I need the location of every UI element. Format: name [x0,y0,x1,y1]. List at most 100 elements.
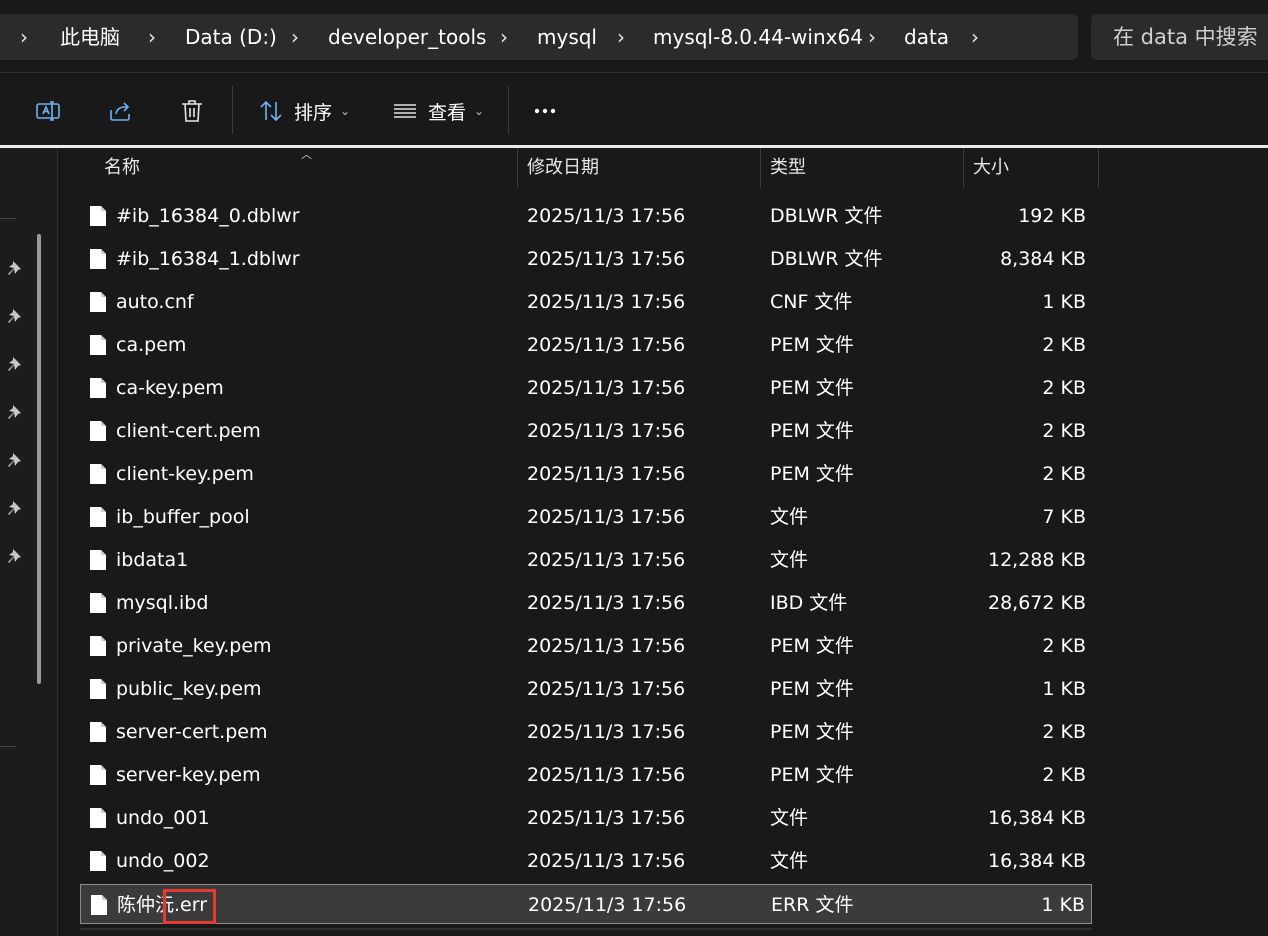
file-date: 2025/11/3 17:56 [527,850,686,872]
file-size: 7 KB [1042,506,1086,528]
pin-icon[interactable] [6,307,24,325]
file-name: public_key.pem [116,678,262,700]
pin-icon[interactable] [6,259,24,277]
column-resize-handle[interactable] [517,148,518,188]
file-date: 2025/11/3 17:56 [527,635,686,657]
file-name: #ib_16384_1.dblwr [116,248,300,270]
rename-button[interactable] [28,88,68,134]
file-type: 文件 [770,807,809,829]
file-size: 2 KB [1042,463,1086,485]
chevron-right-icon[interactable]: › [20,14,28,60]
file-icon [90,249,106,269]
file-row[interactable]: public_key.pem 2025/11/3 17:56 PEM 文件 1 KB [80,669,1092,709]
column-resize-handle[interactable] [760,148,761,188]
file-date: 2025/11/3 17:56 [527,377,686,399]
file-icon [90,722,106,742]
chevron-right-icon[interactable]: › [148,14,156,60]
file-row[interactable]: private_key.pem 2025/11/3 17:56 PEM 文件 2 KB [80,626,1092,666]
breadcrumb-item-drive-d[interactable]: Data (D:) [185,14,277,60]
pin-icon[interactable] [6,355,24,373]
delete-button[interactable] [172,88,212,134]
chevron-right-icon[interactable]: › [617,14,625,60]
breadcrumb-item-mysql-version[interactable]: mysql-8.0.44-winx64 [653,14,863,60]
file-icon [90,464,106,484]
view-icon [393,104,416,118]
file-date: 2025/11/3 17:56 [527,291,686,313]
file-row[interactable]: ibdata1 2025/11/3 17:56 文件 12,288 KB [80,540,1092,580]
file-icon [90,206,106,226]
file-name: ib_buffer_pool [116,506,250,528]
file-row[interactable]: undo_002 2025/11/3 17:56 文件 16,384 KB [80,841,1092,881]
file-row[interactable]: ca.pem 2025/11/3 17:56 PEM 文件 2 KB [80,325,1092,365]
file-row[interactable]: server-key.pem 2025/11/3 17:56 PEM 文件 2 KB [80,755,1092,795]
more-icon [534,108,556,114]
file-type: 文件 [770,850,809,872]
file-name: auto.cnf [116,291,194,313]
file-icon [90,378,106,398]
file-type: PEM 文件 [770,334,854,356]
file-size: 2 KB [1042,764,1086,786]
horizontal-scrollbar[interactable] [80,928,1092,930]
file-name: ibdata1 [116,549,189,571]
file-row[interactable]: mysql.ibd 2025/11/3 17:56 IBD 文件 28,672 KB [80,583,1092,623]
column-resize-handle[interactable] [1098,148,1099,188]
breadcrumb-item-mysql[interactable]: mysql [537,14,597,60]
sort-label: 排序 [293,101,332,124]
column-header-name[interactable]: 名称 [104,148,140,188]
toolbar-divider [508,86,509,134]
breadcrumb-item-developer-tools[interactable]: developer_tools [328,14,486,60]
file-row[interactable]: auto.cnf 2025/11/3 17:56 CNF 文件 1 KB [80,282,1092,322]
file-name: 陈仲沅.err [117,894,208,916]
column-header-type[interactable]: 类型 [770,148,806,188]
file-icon [90,292,106,312]
file-date: 2025/11/3 17:56 [527,248,686,270]
file-date: 2025/11/3 17:56 [527,506,686,528]
file-size: 1 KB [1041,894,1085,916]
file-row[interactable]: undo_001 2025/11/3 17:56 文件 16,384 KB [80,798,1092,838]
delete-icon [182,100,202,122]
file-name: undo_001 [116,807,210,829]
column-resize-handle[interactable] [963,148,964,188]
file-row[interactable]: #ib_16384_0.dblwr 2025/11/3 17:56 DBLWR 文件… [80,196,1092,236]
chevron-right-icon[interactable]: › [500,14,508,60]
file-name: private_key.pem [116,635,272,657]
breadcrumb-item-this-pc[interactable]: 此电脑 [60,14,120,60]
rename-icon [36,101,60,121]
view-button[interactable]: 查看 ⌄ [386,88,490,134]
file-row[interactable]: server-cert.pem 2025/11/3 17:56 PEM 文件 2 KB [80,712,1092,752]
nav-divider [0,746,16,747]
share-button[interactable] [100,88,140,134]
file-row[interactable]: client-cert.pem 2025/11/3 17:56 PEM 文件 2 KB [80,411,1092,451]
search-input[interactable]: 在 data 中搜索 [1091,14,1268,60]
pin-icon[interactable] [6,547,24,565]
file-type: IBD 文件 [770,592,848,614]
chevron-right-icon[interactable]: › [971,14,979,60]
pin-icon[interactable] [6,451,24,469]
file-size: 1 KB [1042,291,1086,313]
pin-icon[interactable] [6,403,24,421]
file-row[interactable]: 陈仲沅.err 2025/11/3 17:56 ERR 文件 1 KB [80,884,1092,924]
file-name: client-key.pem [116,463,254,485]
chevron-right-icon[interactable]: › [868,14,876,60]
file-date: 2025/11/3 17:56 [527,463,686,485]
file-row[interactable]: client-key.pem 2025/11/3 17:56 PEM 文件 2 KB [80,454,1092,494]
file-name: ca-key.pem [116,377,224,399]
breadcrumb-item-data[interactable]: data [904,14,949,60]
file-row[interactable]: ca-key.pem 2025/11/3 17:56 PEM 文件 2 KB [80,368,1092,408]
file-type: ERR 文件 [771,894,854,916]
file-row[interactable]: ib_buffer_pool 2025/11/3 17:56 文件 7 KB [80,497,1092,537]
column-header-size[interactable]: 大小 [973,148,1009,188]
nav-scrollbar[interactable] [37,234,41,684]
file-row[interactable]: #ib_16384_1.dblwr 2025/11/3 17:56 DBLWR 文件… [80,239,1092,279]
pin-icon[interactable] [6,499,24,517]
file-icon [90,636,106,656]
file-type: PEM 文件 [770,420,854,442]
column-header-date[interactable]: 修改日期 [527,148,599,188]
more-options-button[interactable] [525,88,565,134]
chevron-down-icon: ⌄ [339,104,351,118]
address-bar[interactable]: › 此电脑 › Data (D:) › developer_tools › my… [0,14,1078,60]
file-size: 2 KB [1042,420,1086,442]
file-icon [90,335,106,355]
sort-button[interactable]: 排序 ⌄ [252,88,356,134]
chevron-right-icon[interactable]: › [291,14,299,60]
